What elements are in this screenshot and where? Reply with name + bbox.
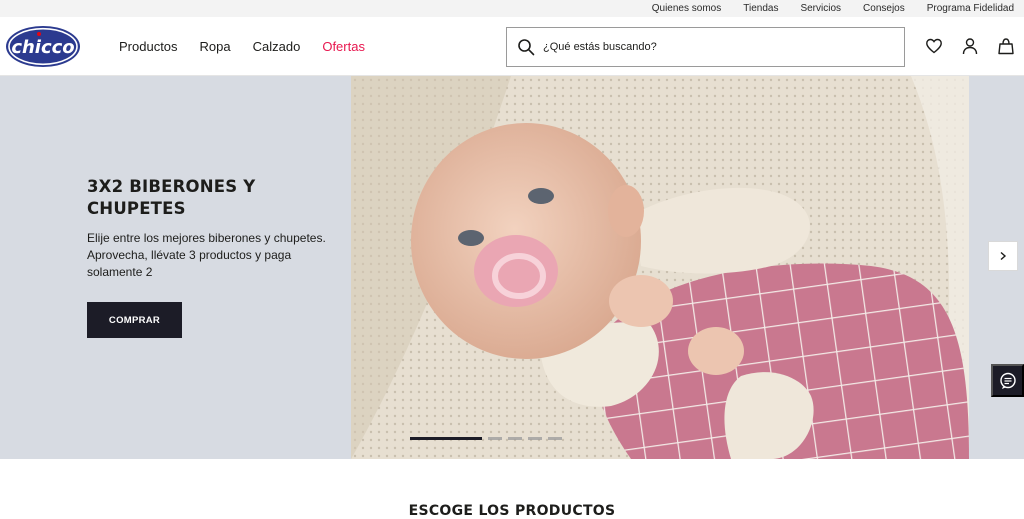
hero-title: 3X2 BIBERONES Y CHUPETES bbox=[87, 177, 256, 218]
utility-link-consejos[interactable]: Consejos bbox=[863, 3, 905, 14]
utility-link-quienes-somos[interactable]: Quienes somos bbox=[652, 3, 721, 14]
hero-text: 3X2 BIBERONES Y CHUPETES Elije entre los… bbox=[87, 176, 337, 281]
carousel-dot[interactable] bbox=[508, 437, 522, 440]
chevron-right-icon bbox=[1000, 251, 1007, 261]
search-box[interactable] bbox=[506, 27, 905, 67]
utility-link-tiendas[interactable]: Tiendas bbox=[743, 3, 778, 14]
bag-icon[interactable] bbox=[997, 37, 1015, 55]
carousel-dot[interactable] bbox=[528, 437, 542, 440]
heart-icon[interactable] bbox=[925, 37, 943, 55]
hero-image-baby bbox=[351, 76, 969, 459]
carousel-next-button[interactable] bbox=[988, 241, 1018, 271]
nav-ropa[interactable]: Ropa bbox=[200, 39, 231, 54]
section-title: ESCOGE LOS PRODUCTOS bbox=[408, 503, 616, 519]
header-actions bbox=[925, 37, 1015, 55]
hero-description: Elije entre los mejores biberones y chup… bbox=[87, 231, 326, 279]
chat-icon bbox=[999, 372, 1016, 389]
carousel-dot-active[interactable] bbox=[410, 437, 482, 440]
carousel-dot[interactable] bbox=[488, 437, 502, 440]
chat-button[interactable] bbox=[991, 364, 1024, 397]
main-header: chicco Productos Ropa Calzado Ofertas bbox=[0, 17, 1024, 76]
utility-bar: Quienes somos Tiendas Servicios Consejos… bbox=[0, 0, 1024, 17]
carousel-dot[interactable] bbox=[548, 437, 562, 440]
svg-text:chicco: chicco bbox=[11, 37, 74, 58]
nav-productos[interactable]: Productos bbox=[119, 39, 178, 54]
nav-ofertas[interactable]: Ofertas bbox=[322, 39, 365, 54]
utility-links: Quienes somos Tiendas Servicios Consejos… bbox=[652, 0, 1014, 17]
comprar-button[interactable]: COMPRAR bbox=[87, 302, 182, 338]
chicco-logo[interactable]: chicco bbox=[5, 25, 81, 68]
main-nav: Productos Ropa Calzado Ofertas bbox=[119, 17, 365, 76]
search-input[interactable] bbox=[543, 41, 883, 53]
search-icon bbox=[518, 39, 535, 56]
utility-link-servicios[interactable]: Servicios bbox=[800, 3, 841, 14]
carousel-indicators bbox=[410, 437, 562, 440]
hero-banner: 3X2 BIBERONES Y CHUPETES Elije entre los… bbox=[0, 76, 1024, 459]
nav-calzado[interactable]: Calzado bbox=[253, 39, 301, 54]
user-icon[interactable] bbox=[961, 37, 979, 55]
utility-link-programa-fidelidad[interactable]: Programa Fidelidad bbox=[927, 3, 1014, 14]
